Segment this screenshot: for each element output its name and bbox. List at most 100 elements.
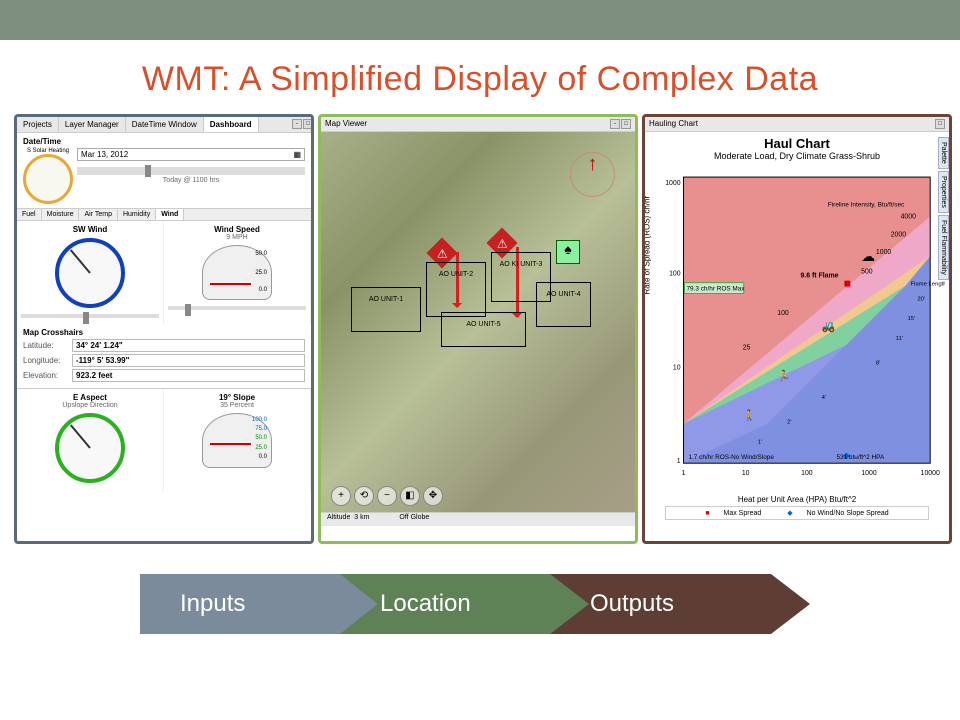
svg-text:2': 2': [787, 420, 791, 426]
minimize-icon[interactable]: -: [292, 119, 302, 129]
wind-speed-slider[interactable]: [168, 306, 306, 310]
wind-dir-slider[interactable]: [21, 314, 159, 318]
lon-label: Longitude:: [23, 356, 68, 365]
svg-text:1': 1': [758, 439, 762, 445]
svg-text:1: 1: [682, 470, 686, 477]
svg-text:9.6 ft Flame: 9.6 ft Flame: [801, 273, 839, 280]
zoom-in-icon[interactable]: +: [331, 486, 351, 506]
map-max-icon[interactable]: □: [621, 119, 631, 129]
map-unit[interactable]: AO UNIT-5: [441, 312, 526, 347]
svg-text:☁: ☁: [861, 248, 875, 264]
lat-value[interactable]: 34° 24' 1.24": [72, 339, 305, 352]
chart-panel: Hauling Chart □ Palette Properties Fuel …: [642, 114, 952, 544]
weather-tabs: Fuel Moisture Air Temp Humidity Wind: [17, 209, 311, 221]
svg-text:100: 100: [669, 271, 681, 278]
wind-speed-value: 9 MPH: [168, 234, 306, 241]
time-slider[interactable]: [77, 167, 305, 175]
svg-text:Fireline Intensity, Btu/ft/sec: Fireline Intensity, Btu/ft/sec: [828, 202, 905, 209]
aspect-sub: Upslope Direction: [21, 402, 159, 409]
wx-tab-wind[interactable]: Wind: [156, 209, 184, 220]
zoom-out-icon[interactable]: −: [377, 486, 397, 506]
map-canvas[interactable]: ⚠ ⚠ ♠ AO UNIT-1 AO UNIT-2 AO KI UNIT-3 A…: [321, 132, 635, 526]
map-unit[interactable]: AO UNIT-4: [536, 282, 591, 327]
svg-text:79.3 ch/hr ROS Max: 79.3 ch/hr ROS Max: [686, 286, 745, 293]
svg-text:11': 11': [896, 336, 903, 342]
chart-subtitle: Moderate Load, Dry Climate Grass-Shrub: [645, 151, 949, 161]
inputs-panel: - □ Projects Layer Manager DateTime Wind…: [14, 114, 314, 544]
reset-icon[interactable]: ⟲: [354, 486, 374, 506]
svg-text:100: 100: [801, 470, 813, 477]
slope-gauge: 100.0 75.0 50.0 25.0 0.0: [202, 413, 272, 468]
svg-text:20': 20': [917, 296, 925, 302]
elev-value[interactable]: 923.2 feet: [72, 369, 305, 382]
tab-datetime[interactable]: DateTime Window: [126, 117, 204, 132]
header-bar: [0, 0, 960, 40]
chevron-location: Location: [340, 574, 590, 634]
page-title: WMT: A Simplified Display of Complex Dat…: [0, 60, 960, 99]
wind-dir-label: SW Wind: [21, 225, 159, 234]
svg-text:1000: 1000: [861, 470, 876, 477]
svg-text:25: 25: [743, 345, 751, 352]
chart-xlabel: Heat per Unit Area (HPA) Btu/ft^2: [645, 495, 949, 504]
svg-text:100: 100: [777, 310, 789, 317]
chevron-inputs: Inputs: [140, 574, 380, 634]
chart-ylabel: Rate of Spread (ROS) ch/hr: [643, 196, 652, 295]
compass-rose-icon: [570, 152, 615, 197]
svg-text:🏃: 🏃: [777, 369, 791, 382]
chart-tab-label[interactable]: Hauling Chart: [649, 119, 698, 129]
svg-text:531 btu/ft^2 HPA: 531 btu/ft^2 HPA: [836, 454, 884, 461]
wind-speed-label: Wind Speed: [168, 225, 306, 234]
svg-text:15': 15': [908, 316, 916, 322]
svg-text:1000: 1000: [665, 180, 680, 187]
chart-max-icon[interactable]: □: [935, 119, 945, 129]
svg-text:8': 8': [876, 361, 880, 367]
svg-text:Flame Length, ft: Flame Length, ft: [910, 282, 945, 288]
wx-tab-fuel[interactable]: Fuel: [17, 209, 42, 220]
wx-tab-airtemp[interactable]: Air Temp: [79, 209, 118, 220]
lon-value[interactable]: -119° 5' 53.99": [72, 354, 305, 367]
lat-label: Latitude:: [23, 341, 68, 350]
wind-compass[interactable]: [55, 238, 125, 308]
wind-speed-gauge: 50.0 25.0 0.0: [202, 245, 272, 300]
slope-sub: 35 Percent: [168, 402, 306, 409]
pan-icon[interactable]: ✥: [423, 486, 443, 506]
crosshairs-section-label: Map Crosshairs: [23, 328, 305, 337]
chart-legend: ■ Max Spread ◆ No Wind/No Slope Spread: [665, 506, 929, 520]
layers-icon[interactable]: ◧: [400, 486, 420, 506]
tab-layer-manager[interactable]: Layer Manager: [59, 117, 126, 132]
chart-title: Haul Chart: [645, 136, 949, 151]
svg-text:1000: 1000: [876, 249, 891, 256]
map-unit[interactable]: AO UNIT-1: [351, 287, 421, 332]
dashboard-tabs: Projects Layer Manager DateTime Window D…: [17, 117, 311, 133]
map-unit[interactable]: AO UNIT-2: [426, 262, 486, 317]
veg-icon[interactable]: ♠: [556, 240, 580, 264]
tab-projects[interactable]: Projects: [17, 117, 59, 132]
slope-label: 19° Slope: [168, 393, 306, 402]
svg-text:🚶: 🚶: [743, 409, 757, 422]
time-label: Today @ 1100 hrs: [77, 177, 305, 184]
svg-text:500: 500: [861, 269, 873, 276]
map-status-bar: Altitude 3 km Off Globe: [321, 512, 635, 526]
wx-tab-humidity[interactable]: Humidity: [118, 209, 156, 220]
wx-tab-moisture[interactable]: Moisture: [42, 209, 80, 220]
svg-text:2000: 2000: [891, 231, 906, 238]
haul-chart-plot: Rate of Spread (ROS) ch/hr: [649, 165, 945, 495]
tab-dashboard[interactable]: Dashboard: [204, 117, 259, 132]
svg-text:10: 10: [742, 470, 750, 477]
svg-text:4': 4': [822, 395, 826, 401]
date-input[interactable]: Mar 13, 2012 ▦: [77, 148, 305, 161]
svg-text:1.7 ch/hr ROS-No Wind/Slope: 1.7 ch/hr ROS-No Wind/Slope: [688, 454, 774, 461]
chevron-outputs: Outputs: [550, 574, 810, 634]
aspect-compass[interactable]: [55, 413, 125, 483]
calendar-icon[interactable]: ▦: [293, 150, 301, 159]
datetime-section-label: Date/Time: [23, 137, 305, 146]
svg-text:🚜: 🚜: [822, 321, 836, 333]
map-min-icon[interactable]: -: [610, 119, 620, 129]
maximize-icon[interactable]: □: [303, 119, 313, 129]
flow-chevrons: Inputs Location Outputs: [140, 574, 820, 634]
aspect-label: E Aspect: [21, 393, 159, 402]
svg-text:4000: 4000: [901, 214, 916, 221]
max-spread-point: [844, 281, 850, 287]
map-panel: Map Viewer - □ ⚠ ⚠ ♠ AO UNIT-1 AO UNIT-2…: [318, 114, 638, 544]
elev-label: Elevation:: [23, 371, 68, 380]
